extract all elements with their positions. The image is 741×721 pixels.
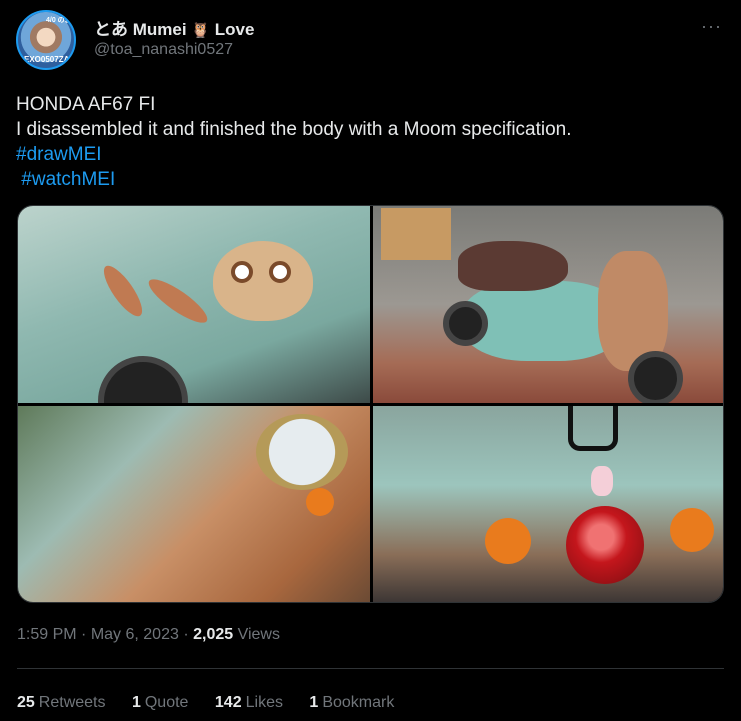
feather-sticker-1 xyxy=(97,260,149,322)
tweet-header: 4/0 のよ EXO0507ZA とあ Mumei 🦉 Love @toa_na… xyxy=(16,10,726,70)
headlight xyxy=(256,414,348,490)
left-turn-signal xyxy=(485,518,531,564)
photo-3[interactable] xyxy=(18,406,370,602)
photo-1[interactable] xyxy=(18,206,370,403)
media-grid xyxy=(17,205,724,603)
bookmarks-count: 1 xyxy=(309,694,319,711)
tweet-date[interactable]: May 6, 2023 xyxy=(91,626,179,643)
views-label: Views xyxy=(233,626,280,643)
display-name-suffix: Love xyxy=(214,20,255,39)
photo-4[interactable] xyxy=(373,406,723,602)
bookmarks-stat[interactable]: 1 Bookmark xyxy=(309,694,394,712)
quotes-label: Quote xyxy=(144,694,189,711)
likes-stat[interactable]: 142 Likes xyxy=(215,694,283,712)
divider xyxy=(17,668,724,669)
tweet-meta: 1:59 PM · May 6, 2023 · 2,025 Views xyxy=(17,626,280,644)
meta-separator: · xyxy=(76,626,91,643)
owl-sticker xyxy=(213,241,313,321)
quotes-count: 1 xyxy=(131,694,141,711)
display-name-prefix: とあ Mumei xyxy=(94,20,187,39)
likes-count: 142 xyxy=(214,694,242,711)
likes-label: Likes xyxy=(245,694,283,711)
scooter-seat xyxy=(458,241,568,291)
taillight xyxy=(566,506,644,584)
tweet-line-2: I disassembled it and finished the body … xyxy=(16,119,572,140)
owl-emoji-icon: 🦉 xyxy=(191,22,210,39)
retweets-count: 25 xyxy=(17,694,35,711)
retweets-stat[interactable]: 25 Retweets xyxy=(17,694,106,712)
hashtag-watchmei[interactable]: #watchMEI xyxy=(16,167,716,192)
more-horizontal-icon[interactable]: ··· xyxy=(701,16,722,37)
tweet-time[interactable]: 1:59 PM xyxy=(17,626,77,643)
engagement-stats: 25 Retweets 1 Quote 142 Likes 1 Bookmark xyxy=(17,694,416,712)
rear-wheel xyxy=(443,301,488,346)
retweets-label: Retweets xyxy=(38,694,106,711)
avatar[interactable]: 4/0 のよ EXO0507ZA xyxy=(16,10,76,70)
turn-signal xyxy=(306,488,334,516)
wheel xyxy=(98,356,188,403)
owl-eye-right xyxy=(269,261,291,283)
front-wheel xyxy=(628,351,683,403)
owl-eye-left xyxy=(231,261,253,283)
avatar-text-top: 4/0 のよ xyxy=(46,17,72,24)
avatar-text-bottom: EXO0507ZA xyxy=(24,55,70,64)
rear-rack xyxy=(568,406,618,451)
photo-2[interactable] xyxy=(373,206,723,403)
user-handle[interactable]: @toa_nanashi0527 xyxy=(94,41,233,59)
cardboard-box xyxy=(381,208,451,260)
feather-sticker-2 xyxy=(143,272,213,330)
meta-separator-2: · xyxy=(178,626,194,643)
tweet-text: HONDA AF67 FI I disassembled it and fini… xyxy=(16,92,716,192)
hashtag-drawmei[interactable]: #drawMEI xyxy=(16,142,716,167)
right-turn-signal xyxy=(670,508,714,552)
bird-sticker xyxy=(591,466,613,496)
quotes-stat[interactable]: 1 Quote xyxy=(132,694,189,712)
bookmarks-label: Bookmark xyxy=(322,694,395,711)
views-count: 2,025 xyxy=(193,626,234,643)
display-name[interactable]: とあ Mumei 🦉 Love xyxy=(94,15,254,40)
tweet-line-1: HONDA AF67 FI xyxy=(16,94,156,115)
